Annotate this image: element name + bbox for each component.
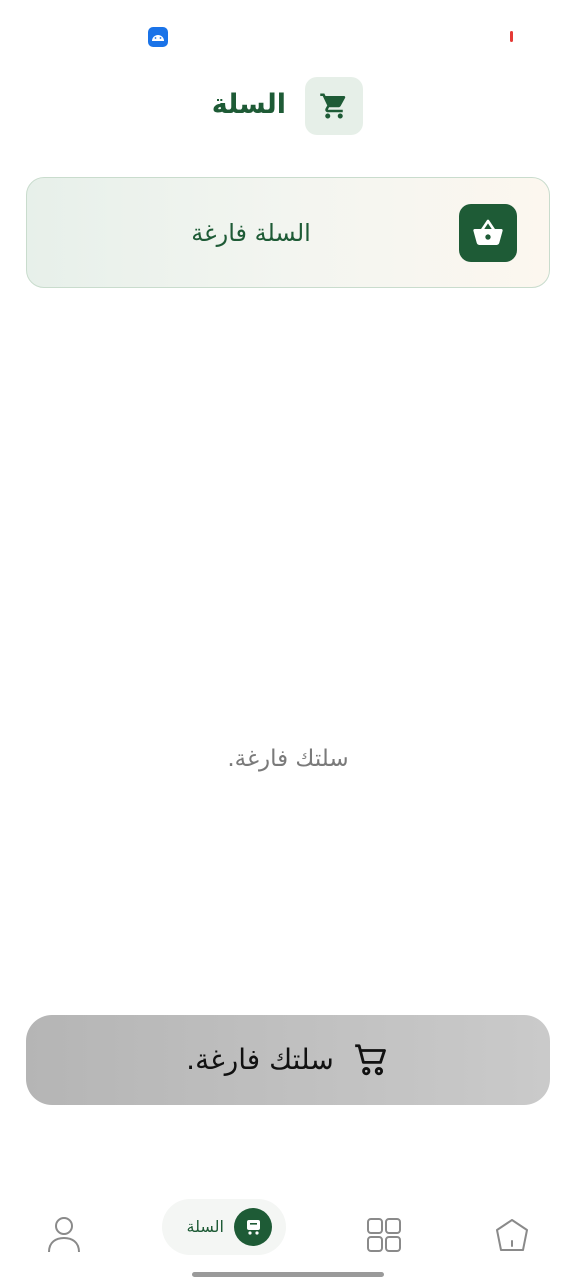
android-icon (148, 27, 168, 47)
empty-cart-banner: السلة فارغة (26, 177, 550, 288)
empty-cart-message: سلتك فارغة. (227, 746, 349, 772)
status-bar (0, 0, 576, 70)
bottom-nav: السلة (0, 1195, 576, 1265)
nav-categories[interactable] (364, 1215, 404, 1255)
cart-icon (234, 1208, 272, 1246)
nav-cart-label: السلة (186, 1217, 224, 1236)
page-title: السلة (211, 89, 286, 120)
nav-cart[interactable]: السلة (162, 1199, 286, 1255)
recording-indicator (510, 31, 513, 42)
profile-icon (48, 1217, 80, 1253)
basket-icon (459, 204, 517, 262)
checkout-label: سلتك فارغة. (186, 1043, 334, 1076)
nav-home[interactable] (492, 1215, 532, 1255)
header-cart-button[interactable] (305, 77, 363, 135)
cart-icon (320, 93, 346, 119)
nav-profile[interactable] (44, 1213, 84, 1255)
home-icon (496, 1219, 528, 1251)
checkout-button[interactable]: سلتك فارغة. (26, 1015, 550, 1105)
home-indicator[interactable] (192, 1272, 384, 1277)
cart-icon (355, 1044, 386, 1076)
cart-screen: السلة السلة فارغة سلتك فارغة. سلتك فارغة… (0, 0, 576, 1280)
header: السلة (0, 77, 576, 135)
banner-text: السلة فارغة (191, 219, 311, 247)
grid-icon (367, 1218, 401, 1252)
